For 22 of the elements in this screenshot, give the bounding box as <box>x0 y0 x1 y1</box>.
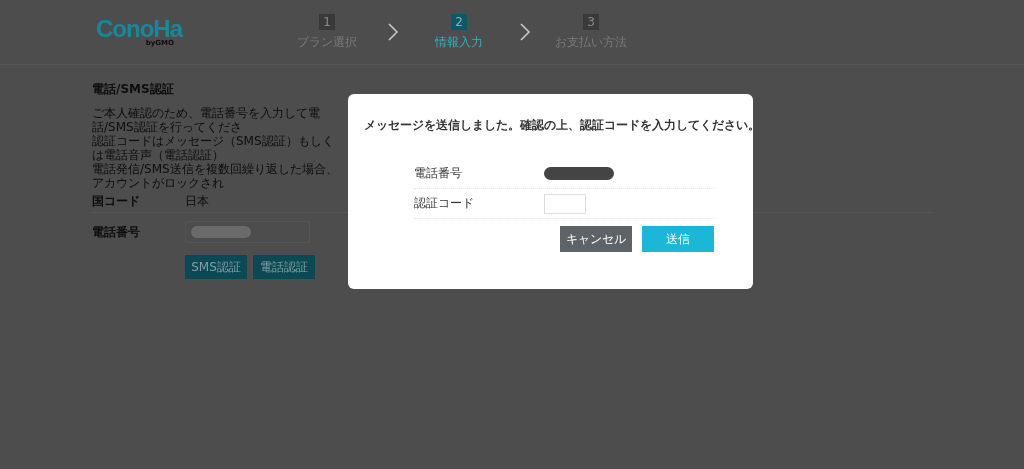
chevron-icon <box>387 22 399 42</box>
redaction-bar <box>191 226 251 238</box>
dialog-message: メッセージを送信しました。確認の上、認証コードを入力してください。 <box>364 118 760 133</box>
step-number: 1 <box>319 13 335 30</box>
section-title: 電話/SMS認証 <box>92 81 175 98</box>
field-label: 国コード <box>92 192 141 210</box>
verify-button[interactable]: SMS認証 <box>185 255 247 279</box>
step-number: 3 <box>583 13 599 30</box>
redaction-bar <box>544 167 614 180</box>
send-button[interactable]: 送信 <box>642 226 714 252</box>
field-label: 認証コード <box>414 195 475 212</box>
chevron-icon <box>519 22 531 42</box>
phone-field[interactable] <box>185 221 310 243</box>
cancel-button[interactable]: キャンセル <box>560 226 632 252</box>
step-label: 情報入力 <box>435 33 483 51</box>
field-label: 電話番号 <box>414 165 463 182</box>
logo[interactable]: ConoHa <box>96 17 182 41</box>
field-label: 電話番号 <box>92 223 141 241</box>
country-value: 日本 <box>185 192 209 210</box>
verify-button[interactable]: 電話認証 <box>253 255 315 279</box>
step-number: 2 <box>451 13 467 30</box>
code-input[interactable] <box>544 193 586 214</box>
